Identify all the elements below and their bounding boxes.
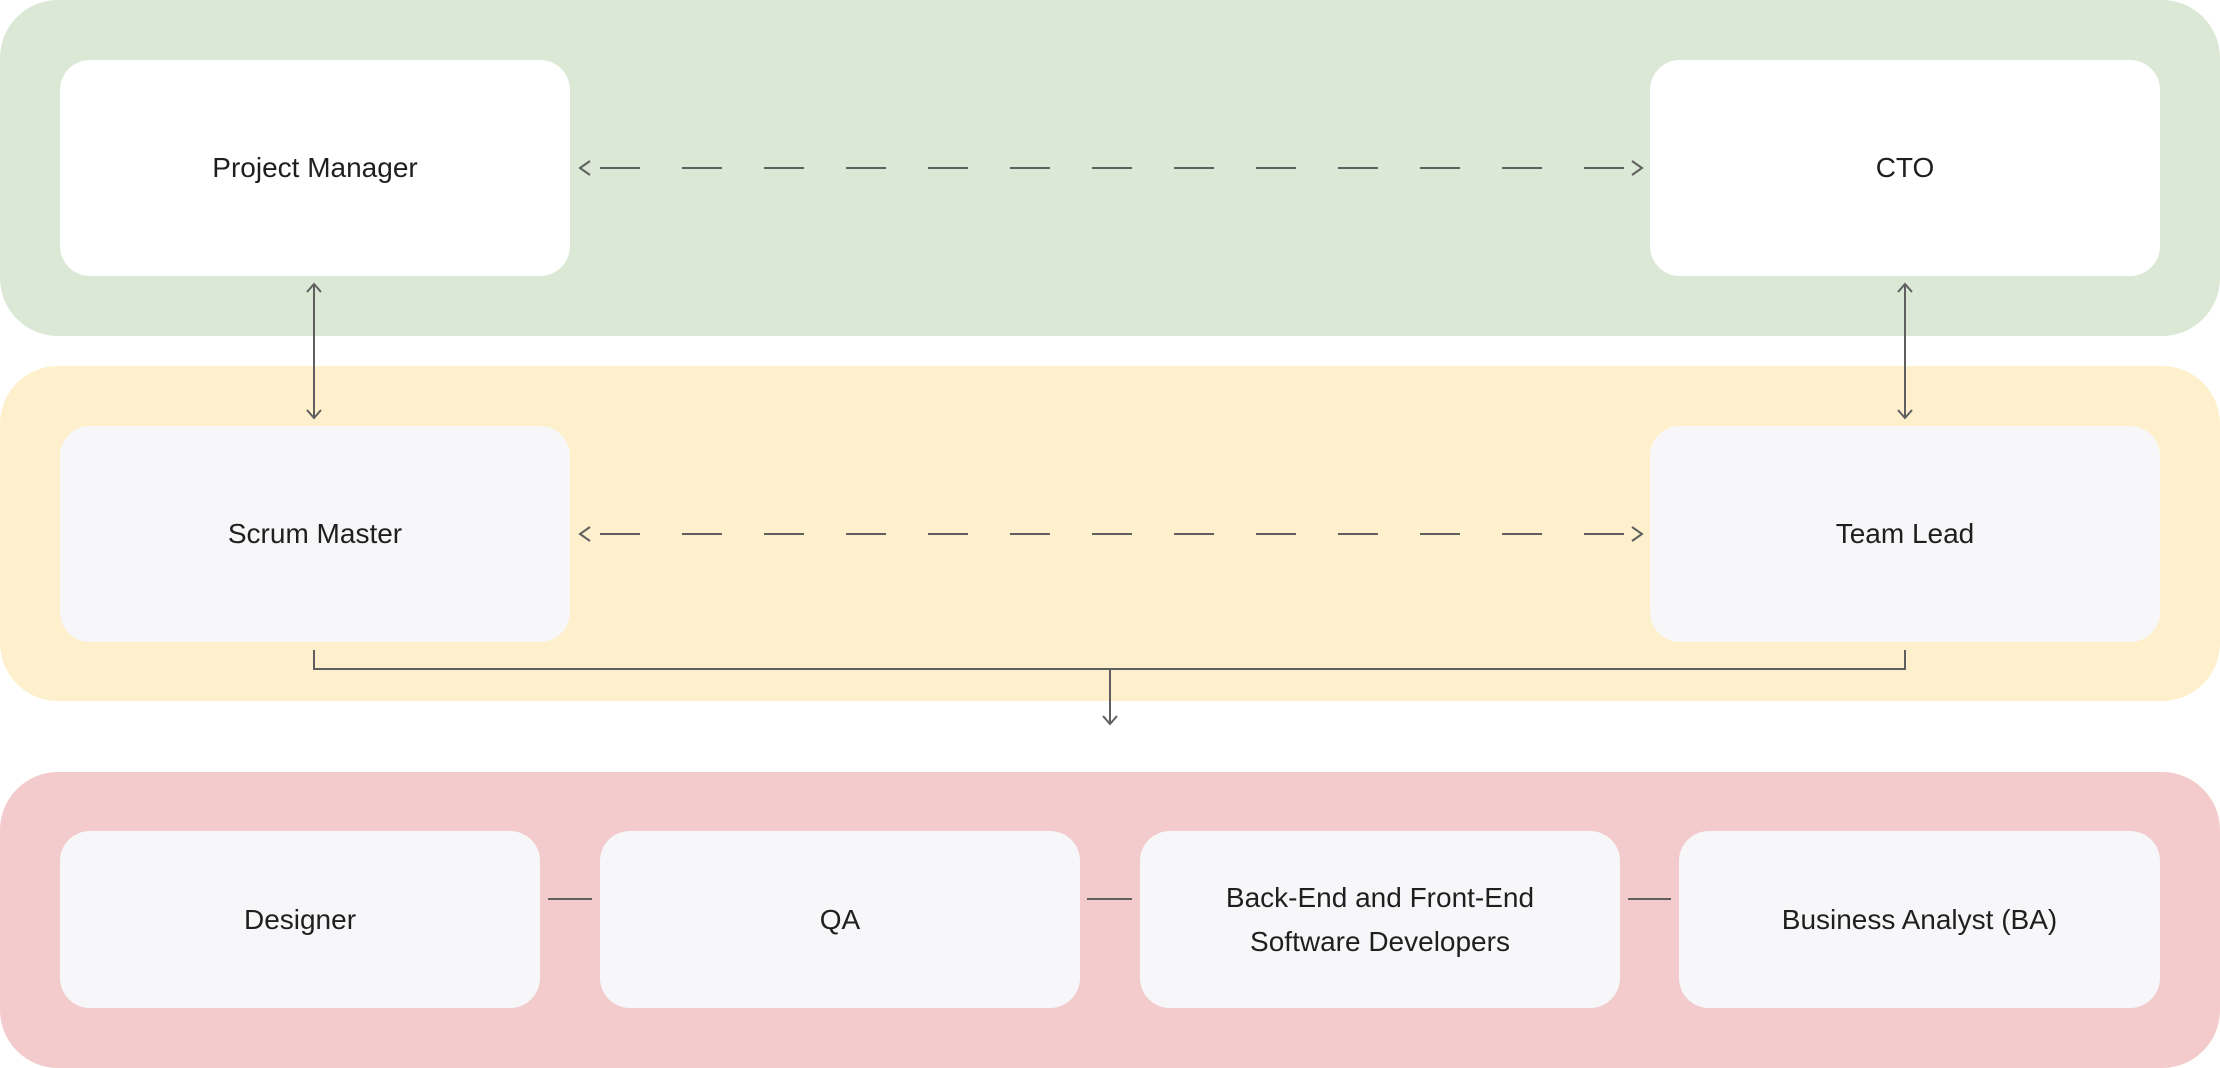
developers-node: Back-End and Front-End Software Develope…: [1140, 831, 1620, 1008]
designer-label: Designer: [243, 903, 357, 935]
arrowhead-right: [1631, 526, 1644, 542]
scrum-master-node: Scrum Master: [60, 426, 570, 642]
project-manager-label: Project Manager: [212, 152, 418, 183]
project-manager-node: Project Manager: [60, 60, 570, 276]
scrum-master-label: Scrum Master: [227, 518, 403, 549]
business-analyst-label: Business Analyst (BA): [1781, 903, 2058, 935]
designer-node: Designer: [60, 831, 540, 1008]
team-lead-label: Team Lead: [1835, 518, 1975, 549]
cto-node: CTO: [1650, 60, 2160, 276]
management-bracket: [313, 650, 1906, 670]
cto-label: CTO: [1875, 152, 1935, 183]
arrowhead-right: [1631, 160, 1644, 176]
business-analyst-node: Business Analyst (BA): [1679, 831, 2160, 1008]
developers-label-line2: Software Developers: [1250, 925, 1510, 957]
team-lead-node: Team Lead: [1650, 426, 2160, 642]
arrowhead-left: [578, 526, 591, 542]
qa-label: QA: [819, 903, 861, 935]
qa-node: QA: [600, 831, 1080, 1008]
developers-label-line1: Back-End and Front-End: [1225, 881, 1535, 913]
arrowhead-left: [578, 160, 591, 176]
